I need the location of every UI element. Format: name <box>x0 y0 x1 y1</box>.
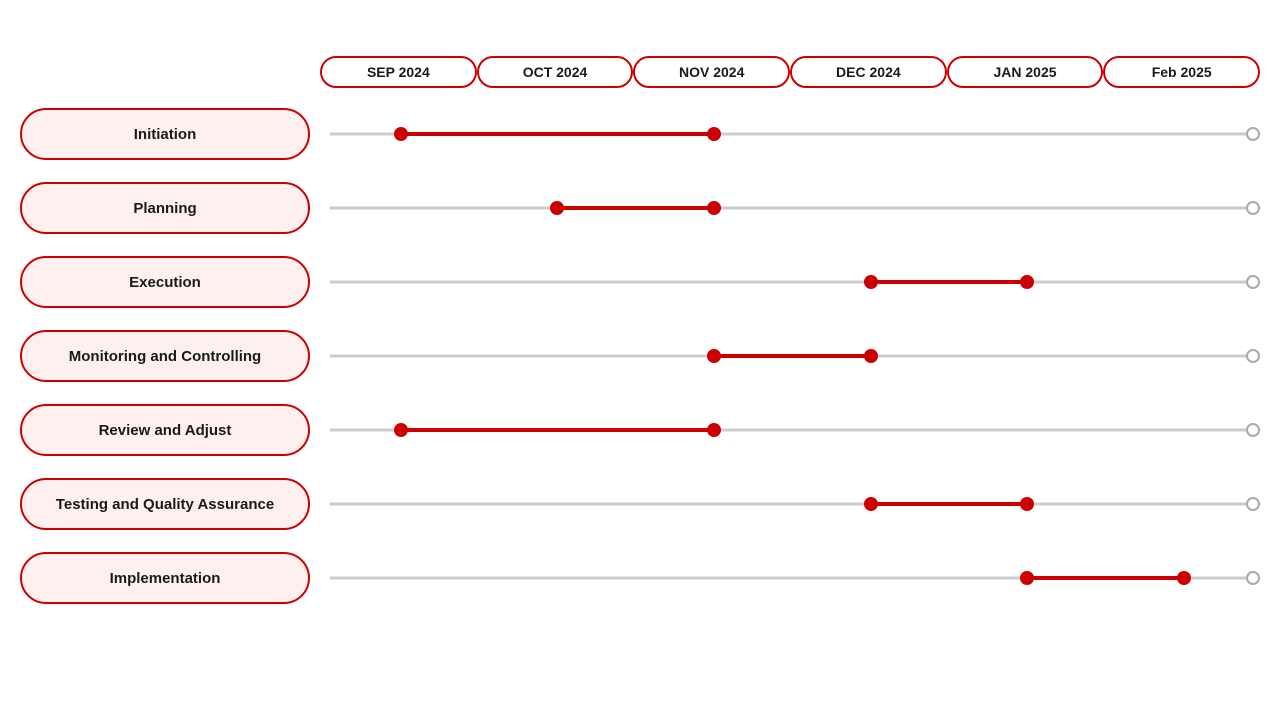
row-label-3: Monitoring and Controlling <box>20 330 310 382</box>
row-label-6: Implementation <box>20 552 310 604</box>
red-bar-1 <box>557 206 714 210</box>
gantt-track-0 <box>330 108 1260 160</box>
gantt-track-5 <box>330 478 1260 530</box>
timeline-row: Initiation <box>20 98 1260 170</box>
red-bar-0 <box>401 132 714 136</box>
timeline-row: Execution <box>20 246 1260 318</box>
month-badge-4: JAN 2025 <box>947 56 1104 88</box>
track-end-circle <box>1246 423 1260 437</box>
dot-end-2 <box>1020 275 1034 289</box>
month-badge-5: Feb 2025 <box>1103 56 1260 88</box>
row-label-4: Review and Adjust <box>20 404 310 456</box>
dot-start-3 <box>707 349 721 363</box>
dot-start-6 <box>1020 571 1034 585</box>
month-badge-3: DEC 2024 <box>790 56 947 88</box>
dot-start-4 <box>394 423 408 437</box>
timeline-row: Review and Adjust <box>20 394 1260 466</box>
track-end-circle <box>1246 349 1260 363</box>
gantt-track-3 <box>330 330 1260 382</box>
gantt-track-1 <box>330 182 1260 234</box>
months-row: SEP 2024OCT 2024NOV 2024DEC 2024JAN 2025… <box>0 56 1280 88</box>
dot-end-0 <box>707 127 721 141</box>
dot-end-5 <box>1020 497 1034 511</box>
month-badge-0: SEP 2024 <box>320 56 477 88</box>
dot-start-5 <box>864 497 878 511</box>
track-end-circle <box>1246 275 1260 289</box>
timeline-row: Implementation <box>20 542 1260 614</box>
track-end-circle <box>1246 497 1260 511</box>
gantt-track-2 <box>330 256 1260 308</box>
gantt-track-4 <box>330 404 1260 456</box>
track-line <box>330 281 1260 284</box>
dot-end-6 <box>1177 571 1191 585</box>
dot-end-3 <box>864 349 878 363</box>
dot-end-4 <box>707 423 721 437</box>
timeline-row: Planning <box>20 172 1260 244</box>
red-bar-5 <box>871 502 1028 506</box>
row-label-2: Execution <box>20 256 310 308</box>
page-title <box>0 0 1280 56</box>
red-bar-4 <box>401 428 714 432</box>
red-bar-3 <box>714 354 871 358</box>
track-end-circle <box>1246 201 1260 215</box>
track-end-circle <box>1246 127 1260 141</box>
red-bar-2 <box>871 280 1028 284</box>
dot-start-2 <box>864 275 878 289</box>
row-label-0: Initiation <box>20 108 310 160</box>
row-label-5: Testing and Quality Assurance <box>20 478 310 530</box>
row-label-1: Planning <box>20 182 310 234</box>
month-badge-1: OCT 2024 <box>477 56 634 88</box>
track-line <box>330 503 1260 506</box>
dot-start-0 <box>394 127 408 141</box>
red-bar-6 <box>1027 576 1184 580</box>
track-end-circle <box>1246 571 1260 585</box>
gantt-track-6 <box>330 552 1260 604</box>
timeline-section: Initiation Planning Execution Monitoring an… <box>0 98 1280 614</box>
month-badge-2: NOV 2024 <box>633 56 790 88</box>
track-line <box>330 207 1260 210</box>
dot-end-1 <box>707 201 721 215</box>
dot-start-1 <box>550 201 564 215</box>
timeline-row: Monitoring and Controlling <box>20 320 1260 392</box>
timeline-row: Testing and Quality Assurance <box>20 468 1260 540</box>
